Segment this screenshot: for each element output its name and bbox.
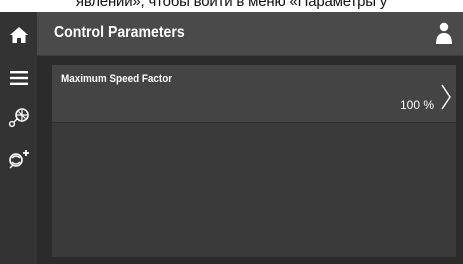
parameter-value: 100 % bbox=[399, 98, 434, 112]
home-button[interactable] bbox=[5, 21, 32, 48]
fan-plus-icon bbox=[8, 149, 29, 168]
chevron-right-icon bbox=[441, 84, 451, 110]
user-icon bbox=[436, 22, 452, 44]
parameter-row-maximum-speed-factor[interactable]: Maximum Speed Factor 100 % bbox=[52, 65, 456, 123]
menu-button[interactable] bbox=[5, 64, 32, 91]
add-fan-button[interactable] bbox=[5, 146, 32, 173]
home-icon bbox=[9, 26, 28, 43]
hamburger-menu-icon bbox=[9, 70, 28, 85]
page-title: Control Parameters bbox=[54, 24, 185, 41]
controller-screen: Control Parameters Maximum Speed Factor … bbox=[0, 12, 463, 264]
page: явлений», чтобы войти в меню «Параметры … bbox=[0, 0, 463, 264]
title-bar: Control Parameters bbox=[37, 12, 463, 56]
parameter-label: Maximum Speed Factor bbox=[61, 73, 173, 85]
parameters-panel: Maximum Speed Factor 100 % bbox=[52, 65, 456, 257]
speed-settings-button[interactable] bbox=[5, 104, 32, 131]
fan-speed-icon bbox=[8, 107, 29, 127]
user-button[interactable] bbox=[433, 21, 455, 45]
sidebar bbox=[0, 12, 37, 264]
caption-text: явлений», чтобы войти в меню «Параметры … bbox=[75, 0, 388, 10]
